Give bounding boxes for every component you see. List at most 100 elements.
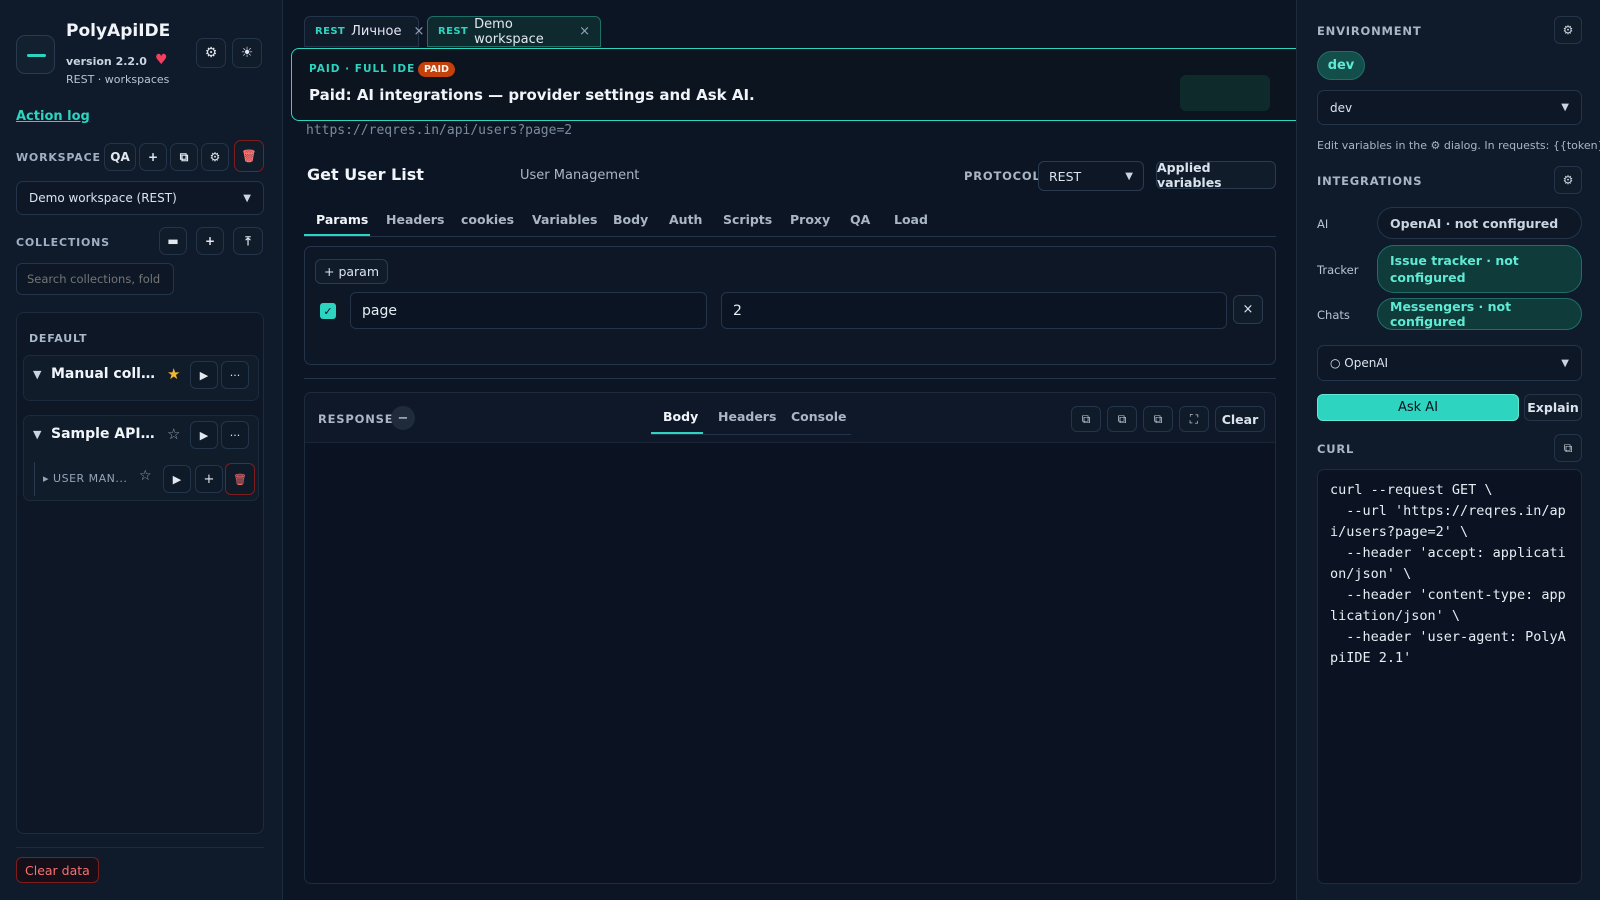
copy-icon: ⧉ [1081,411,1091,426]
clear-response-button[interactable]: Clear [1215,406,1265,432]
run-folder-button[interactable]: ▶ [163,465,191,493]
response-tab-body[interactable]: Body [663,409,698,424]
run-collection-button[interactable]: ▶ [190,421,218,449]
collection-header[interactable]: ▼ Sample API C... ☆ ▶ ··· [24,416,260,454]
close-icon[interactable]: × [414,24,425,39]
tab-proxy[interactable]: Proxy [790,212,830,227]
paid-badge: PAID [418,62,455,77]
tab-label: Личное [351,24,402,39]
add-collection-button[interactable]: + [196,227,224,255]
caret-down-icon[interactable]: ▼ [33,428,41,441]
delete-folder-button[interactable]: 🗑 [225,463,255,495]
copy-response-button[interactable]: ⧉ [1071,406,1101,432]
param-key-input[interactable]: page [350,292,707,329]
tab-scripts[interactable]: Scripts [723,212,772,227]
app-subtitle: REST · workspaces [66,73,170,86]
request-url[interactable]: https://reqres.in/api/users?page=2 [306,123,572,138]
request-title[interactable]: Get User List [307,165,424,184]
collection-more-button[interactable]: ··· [221,421,249,449]
delete-param-button[interactable]: × [1233,295,1263,324]
workspace-select-value: Demo workspace (REST) [29,191,177,205]
active-tab-indicator [651,432,703,434]
chevron-down-icon: ▼ [1561,102,1569,113]
action-log-link[interactable]: Action log [16,109,90,124]
settings-button[interactable]: ⚙ [196,38,226,68]
logo-icon [16,35,55,74]
collection-item[interactable]: ▼ Sample API C... ☆ ▶ ··· ▸ USER MAN... … [23,415,259,501]
star-icon[interactable]: ★ [167,365,180,383]
collapse-response-button[interactable]: − [391,406,415,430]
copy-icon: ⧉ [1117,411,1127,426]
fullscreen-button[interactable]: ⛶ [1179,406,1209,432]
explain-button[interactable]: Explain [1524,394,1582,421]
app-version: version 2.2.0 [66,55,147,68]
ask-ai-button[interactable]: Ask AI [1317,394,1519,421]
tab-load[interactable]: Load [894,212,928,227]
gear-icon: ⚙ [1562,173,1574,187]
curl-snippet[interactable]: curl --request GET \ --url 'https://reqr… [1317,469,1582,884]
integration-label-ai: AI [1317,217,1329,231]
collections-search-input[interactable] [16,263,174,295]
workspace-qa-button[interactable]: QA [104,143,136,171]
copy-headers-button[interactable]: ⧉ [1107,406,1137,432]
integrations-settings-button[interactable]: ⚙ [1554,166,1582,194]
copy-curl-snippet-button[interactable]: ⧉ [1554,434,1582,462]
tracker-integration-status[interactable]: Issue tracker · not configured [1377,245,1582,293]
send-button-ghost [1180,75,1270,111]
tab-cookies[interactable]: cookies [461,212,514,227]
close-icon[interactable]: × [579,24,590,39]
response-tab-console[interactable]: Console [791,409,846,424]
tab-body[interactable]: Body [613,212,648,227]
folder-name: ▸ USER MAN... [43,472,128,485]
tab-variables[interactable]: Variables [532,212,597,227]
new-folder-button[interactable]: ▬ [159,227,187,255]
star-icon[interactable]: ☆ [167,425,180,443]
applied-variables-button[interactable]: Applied variables [1156,160,1276,190]
ai-integration-status[interactable]: OpenAI · not configured [1377,207,1582,239]
import-collection-button[interactable]: ⤒ [233,227,263,255]
delete-workspace-button[interactable]: 🗑 [234,140,264,172]
response-label: RESPONSE [318,412,394,426]
add-workspace-button[interactable]: + [139,143,167,171]
response-tab-headers[interactable]: Headers [718,409,776,424]
param-value-input[interactable]: 2 [721,292,1227,329]
add-param-button[interactable]: + param [315,259,389,284]
collection-header[interactable]: ▼ Manual collec... ★ ▶ ··· [24,356,260,394]
param-enabled-checkbox[interactable]: ✓ [320,303,336,319]
star-icon[interactable]: ☆ [139,468,152,484]
request-tabs: Params Headers cookies Variables Body Au… [304,207,1276,237]
theme-toggle-button[interactable]: ☀ [232,38,262,68]
banner-kicker: PAID · FULL IDE [309,63,416,75]
protocol-select[interactable]: REST ▼ [1038,161,1144,191]
tab-headers[interactable]: Headers [386,212,444,227]
main-divider [304,378,1276,379]
environment-select[interactable]: dev ▼ [1317,90,1582,125]
duplicate-workspace-button[interactable]: ⧉ [170,143,198,171]
tab-demo-workspace[interactable]: REST Demo workspace × [427,16,601,47]
clear-data-button[interactable]: Clear data [16,857,99,883]
run-collection-button[interactable]: ▶ [190,361,218,389]
chats-integration-status[interactable]: Messengers · not configured [1377,298,1582,330]
request-folder: User Management [520,168,640,183]
integration-label-tracker: Tracker [1317,263,1359,277]
caret-down-icon[interactable]: ▼ [33,368,41,381]
copy-curl-button[interactable]: ⧉ [1143,406,1173,432]
environment-settings-button[interactable]: ⚙ [1554,16,1582,44]
response-header: RESPONSE − Body Headers Console ⧉ ⧉ ⧉ ⛶ … [305,393,1275,443]
environment-pill[interactable]: dev [1317,51,1365,80]
tab-personal[interactable]: REST Личное × [304,16,424,47]
workspace-select[interactable]: Demo workspace (REST) ▼ [16,181,264,215]
add-request-button[interactable]: + [195,465,223,493]
heart-icon[interactable]: ♥ [155,52,168,68]
tab-auth[interactable]: Auth [669,212,702,227]
tab-qa[interactable]: QA [850,212,870,227]
ai-provider-select[interactable]: ○ OpenAI ▼ [1317,345,1582,381]
sun-icon: ☀ [240,45,254,61]
tab-params[interactable]: Params [316,212,368,227]
collection-more-button[interactable]: ··· [221,361,249,389]
chevron-down-icon: ▼ [1125,170,1133,182]
tab-protocol: REST [315,26,346,37]
collection-item[interactable]: ▼ Manual collec... ★ ▶ ··· [23,355,259,401]
folder-item[interactable]: ▸ USER MAN... ☆ ▶ + 🗑 [34,462,255,496]
workspace-settings-button[interactable]: ⚙ [201,143,229,171]
